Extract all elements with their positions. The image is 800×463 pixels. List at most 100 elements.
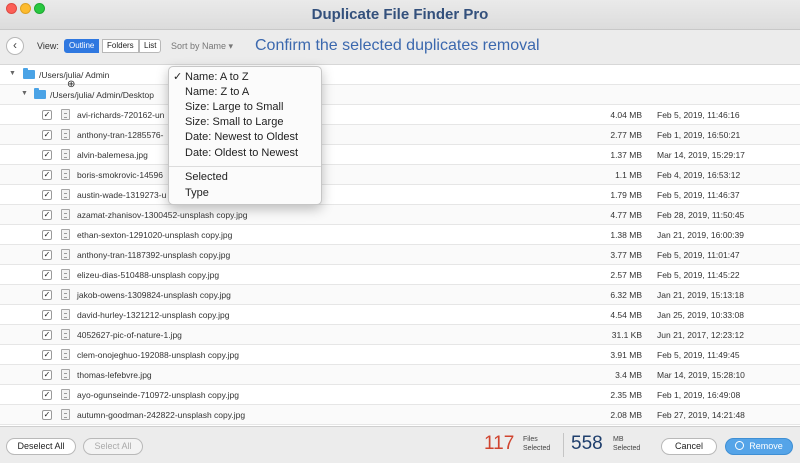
sort-dropdown[interactable]: Sort by Name ▾ [171,41,233,52]
file-date: Feb 4, 2019, 16:53:12 [657,170,741,180]
view-label: View: [37,41,59,51]
deselect-all-button[interactable]: Deselect All [6,438,76,455]
checkbox[interactable]: ✓ [42,330,52,340]
back-button[interactable]: ‹ [6,37,24,55]
checkbox[interactable]: ✓ [42,170,52,180]
divider [563,433,564,457]
sort-menu-item[interactable]: Size: Small to Large [169,115,323,130]
view-outline-button[interactable]: Outline [64,39,100,53]
file-name: anthony-tran-1285576- [77,130,164,140]
folder-icon [34,88,46,99]
file-row[interactable]: ✓ azamat-zhanisov-1300452-unsplash copy.j… [0,205,800,225]
checkbox[interactable]: ✓ [42,310,52,320]
file-row[interactable]: ✓ ethan-sexton-1291020-unsplash copy.jpg 1… [0,225,800,245]
file-date: Feb 1, 2019, 16:49:08 [657,390,741,400]
checkbox[interactable]: ✓ [42,190,52,200]
file-size: 2.57 MB [610,270,642,280]
file-date: Mar 14, 2019, 15:29:17 [657,150,745,160]
menu-separator [169,166,321,167]
sort-menu-item[interactable]: Date: Newest to Oldest [169,130,323,145]
file-row[interactable]: ✓ ayo-ogunseinde-710972-unsplash copy.jpg… [0,385,800,405]
file-icon [61,389,70,400]
folder-icon [23,68,35,79]
checkbox[interactable]: ✓ [42,290,52,300]
file-name: anthony-tran-1187392-unsplash copy.jpg [77,250,231,260]
file-date: Feb 5, 2019, 11:49:45 [657,350,740,360]
checkbox[interactable]: ✓ [42,210,52,220]
trash-icon [735,441,745,450]
file-row[interactable]: ✓ austin-wade-1319273-u 1.79 MB Feb 5, 2019… [0,185,800,205]
file-name: elizeu-dias-510488-unsplash copy.jpg [77,270,220,280]
file-size: 31.1 KB [611,330,642,340]
disclosure-triangle-icon[interactable]: ▼ [21,90,28,97]
checkbox[interactable]: ✓ [42,130,52,140]
sort-menu-item[interactable]: Selected [169,170,323,185]
view-list-button[interactable]: List [139,39,162,53]
sort-menu-item[interactable]: Date: Oldest to Newest [169,146,323,161]
sort-menu-item[interactable]: Size: Large to Small [169,100,323,115]
file-icon [61,189,70,200]
sort-menu-item-label: Date: Newest to Oldest [185,131,299,143]
file-icon [61,149,70,160]
file-date: Feb 5, 2019, 11:46:16 [657,110,740,120]
file-date: Feb 5, 2019, 11:46:37 [657,190,740,200]
file-row[interactable]: ✓ elizeu-dias-510488-unsplash copy.jpg 2.5… [0,265,800,285]
sort-menu-item[interactable]: Type [169,186,323,201]
file-icon [61,109,70,120]
file-icon [61,369,70,380]
file-date: Feb 28, 2019, 11:50:45 [657,210,745,220]
checkmark-icon: ✓ [43,370,51,379]
file-row[interactable]: ✓ thomas-lefebvre.jpg 3.4 MB Mar 14, 2019, … [0,365,800,385]
file-name: alvin-balemesa.jpg [77,150,148,160]
disclosure-triangle-icon[interactable]: ▼ [9,70,16,77]
triangle-down-icon: ▾ [228,41,234,51]
file-name: ethan-sexton-1291020-unsplash copy.jpg [77,230,233,240]
checkbox[interactable]: ✓ [42,230,52,240]
file-icon [61,169,70,180]
remove-button-label: Remove [749,441,783,451]
file-row[interactable]: ✓ alvin-balemesa.jpg 1.37 MB Mar 14, 2019, … [0,145,800,165]
file-size: 4.77 MB [610,210,642,220]
file-row[interactable]: ✓ david-hurley-1321212-unsplash copy.jpg 4… [0,305,800,325]
checkbox[interactable]: ✓ [42,410,52,420]
file-icon [61,209,70,220]
checkmark-icon: ✓ [43,130,51,139]
file-row[interactable]: ✓ jakob-owens-1309824-unsplash copy.jpg 6.… [0,285,800,305]
view-folders-button[interactable]: Folders [102,39,139,53]
checkbox[interactable]: ✓ [42,150,52,160]
chevron-left-icon: ‹ [13,38,17,52]
checkbox[interactable]: ✓ [42,370,52,380]
file-row[interactable]: ✓ anthony-tran-1285576- 2.77 MB Feb 1, 2019… [0,125,800,145]
root-folder-row[interactable]: ▼ /Users/julia/ Admin [0,65,800,85]
file-row[interactable]: ✓ clem-onojeghuo-192088-unsplash copy.jpg… [0,345,800,365]
file-row[interactable]: ✓ 4052627-pic-of-nature-1.jpg 31.1 KB Jun 2… [0,325,800,345]
sort-menu-item[interactable]: ✓ Name: A to Z [169,70,323,85]
remove-button[interactable]: Remove [725,438,793,455]
checkmark-icon: ✓ [43,190,51,199]
checkbox[interactable]: ✓ [42,250,52,260]
checkbox[interactable]: ✓ [42,390,52,400]
file-name: thomas-lefebvre.jpg [77,370,152,380]
checkbox[interactable]: ✓ [42,270,52,280]
cancel-button[interactable]: Cancel [661,438,717,455]
file-date: Feb 5, 2019, 11:45:22 [657,270,740,280]
file-name: 4052627-pic-of-nature-1.jpg [77,330,182,340]
file-icon [61,269,70,280]
mb-label-line: Selected [613,445,641,452]
checkmark-icon: ✓ [43,110,51,119]
checkmark-icon: ✓ [43,230,51,239]
sort-menu-item[interactable]: Name: Z to A [169,85,323,100]
file-icon [61,289,70,300]
file-list: ▼ /Users/julia/ Admin ▼ /Users/julia/ Ad… [0,64,800,426]
file-row[interactable]: ✓ autumn-goodman-242822-unsplash copy.jpg… [0,405,800,425]
file-row[interactable]: ✓ boris-smokrovic-14596 1.1 MB Feb 4, 2019,… [0,165,800,185]
file-row[interactable]: ✓ avi-richards-720162-un 4.04 MB Feb 5, 201… [0,105,800,125]
select-all-button[interactable]: Select All [83,438,143,455]
mb-count: 558 [571,433,603,454]
checkbox[interactable]: ✓ [42,110,52,120]
file-row[interactable]: ✓ anthony-tran-1187392-unsplash copy.jpg 3… [0,245,800,265]
sort-menu-item-label: Date: Oldest to Newest [185,147,299,159]
sub-folder-row[interactable]: ▼ /Users/julia/ Admin/Desktop [0,85,800,105]
checkbox[interactable]: ✓ [42,350,52,360]
files-label-line: Files [523,436,538,443]
